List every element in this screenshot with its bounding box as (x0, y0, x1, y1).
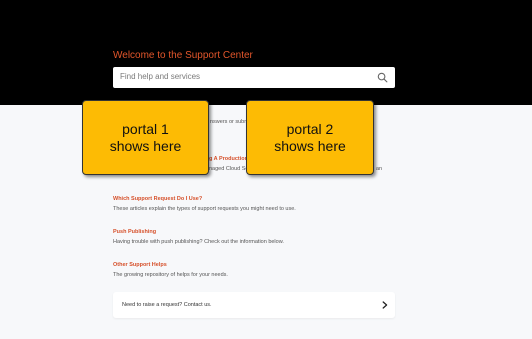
category-description: The growing repository of helps for your… (113, 272, 228, 278)
search-input[interactable]: Find help and services (113, 67, 395, 88)
category-title-support-request[interactable]: Which Support Request Do I Use? (113, 196, 202, 202)
contact-label: Need to raise a request? Contact us. (122, 302, 212, 308)
portal-1-line-2: shows here (109, 137, 182, 154)
chevron-right-icon (382, 301, 388, 309)
portal-2-line-2: shows here (274, 137, 346, 154)
partial-text: an (376, 166, 383, 172)
contact-card[interactable]: Need to raise a request? Contact us. (113, 292, 395, 318)
category-description: These articles explain the types of supp… (113, 206, 296, 212)
page-title: Welcome to the Support Center (113, 50, 253, 61)
portal-1-line-1: portal 1 (122, 120, 169, 137)
partial-category-title[interactable]: g A Production (209, 156, 248, 162)
hero-banner: Welcome to the Support Center Find help … (0, 0, 532, 105)
search-icon[interactable] (377, 72, 388, 83)
portal-2-placeholder: portal 2 shows here (246, 100, 374, 175)
search-placeholder[interactable]: Find help and services (120, 72, 200, 81)
category-description: Having trouble with push publishing? Che… (113, 239, 284, 245)
portal-2-line-1: portal 2 (286, 120, 334, 137)
portal-1-placeholder: portal 1 shows here (82, 100, 209, 175)
category-title-other-helps[interactable]: Other Support Helps (113, 262, 167, 268)
category-title-push-publishing[interactable]: Push Publishing (113, 229, 156, 235)
partial-text: nswers or subm (210, 119, 249, 125)
partial-text: naged Cloud Se (209, 166, 249, 172)
